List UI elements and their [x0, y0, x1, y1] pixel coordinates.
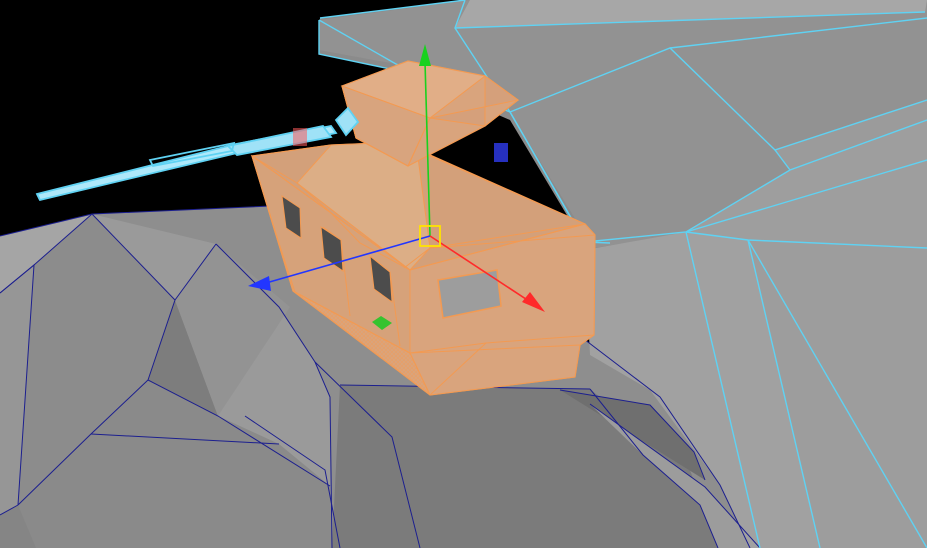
3d-viewport[interactable] [0, 0, 927, 548]
scene-canvas[interactable] [0, 0, 927, 548]
yz-plane-handle[interactable] [494, 143, 508, 162]
xy-plane-handle[interactable] [293, 128, 307, 146]
